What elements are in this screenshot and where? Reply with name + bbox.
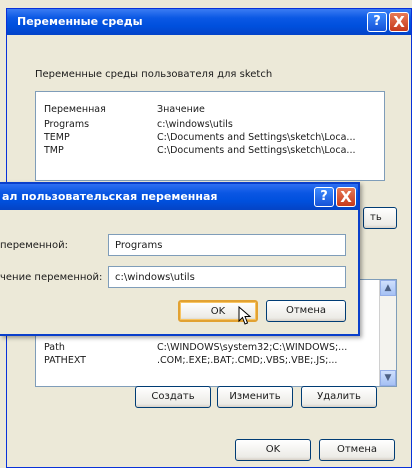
delete-button[interactable]: Удалить	[301, 386, 377, 408]
mouse-pointer-icon	[238, 306, 252, 325]
variable-name: Path	[44, 342, 65, 353]
button-label: Отмена	[336, 444, 378, 455]
close-button[interactable]: X	[389, 12, 409, 32]
button-label: Отмена	[285, 305, 327, 316]
variable-value: C:\WINDOWS\system32;C:\WINDOWS;...	[157, 342, 348, 353]
list-header: Переменная Значение	[44, 104, 205, 115]
variable-value: c:\windows\utils	[157, 119, 233, 130]
list-item[interactable]: TMP C:\Documents and Settings\sketch\Loc…	[44, 145, 355, 156]
variable-name-input[interactable]	[108, 234, 346, 256]
close-icon: X	[340, 188, 352, 206]
cancel-button[interactable]: Отмена	[319, 439, 395, 461]
close-button[interactable]: X	[336, 187, 356, 207]
button-label: Изменить	[229, 391, 281, 402]
help-icon: ?	[320, 189, 328, 204]
edit-dialog-title: ал пользовательская переменная	[2, 190, 218, 203]
variable-value-label: чение переменной:	[0, 272, 103, 283]
variable-name-label: переменной:	[0, 240, 68, 251]
scroll-down-button[interactable]: ▼	[380, 370, 396, 386]
create-button[interactable]: Создать	[135, 386, 211, 408]
button-label: ть	[370, 212, 382, 223]
variable-name: PATHEXT	[44, 355, 86, 366]
help-button[interactable]: ?	[314, 187, 334, 207]
list-item[interactable]: Programs c:\windows\utils	[44, 119, 233, 130]
list-item[interactable]: Path C:\WINDOWS\system32;C:\WINDOWS;...	[44, 342, 347, 353]
help-icon: ?	[373, 14, 381, 29]
variable-name: TMP	[44, 145, 64, 156]
edit-cancel-button[interactable]: Отмена	[266, 300, 346, 322]
close-icon: X	[393, 13, 405, 31]
variable-name: TEMP	[44, 132, 70, 143]
variable-value: C:\Documents and Settings\sketch\Loca...	[157, 132, 356, 143]
variable-value: .COM;.EXE;.BAT;.CMD;.VBS;.VBE;.JS;...	[157, 355, 338, 366]
env-dialog-titlebar: Переменные среды ? X	[7, 9, 411, 35]
edit-dialog-titlebar: ал пользовательская переменная ? X	[0, 184, 358, 210]
column-header-variable[interactable]: Переменная	[44, 104, 154, 115]
help-button[interactable]: ?	[367, 12, 387, 32]
variable-value-input[interactable]	[108, 266, 346, 288]
user-vars-section-label: Переменные среды пользователя для sketch	[35, 69, 273, 80]
list-item[interactable]: PATHEXT .COM;.EXE;.BAT;.CMD;.VBS;.VBE;.J…	[44, 355, 337, 366]
edit-button[interactable]: Изменить	[217, 386, 293, 408]
button-label: Создать	[151, 391, 195, 402]
user-delete-button-partial[interactable]: ть	[363, 207, 397, 229]
chevron-down-icon: ▼	[384, 373, 392, 383]
variable-value: C:\Documents and Settings\sketch\Loca...	[157, 145, 356, 156]
button-label: Удалить	[317, 391, 361, 402]
ok-button[interactable]: OK	[235, 439, 311, 461]
edit-user-variable-dialog: ал пользовательская переменная ? X перем…	[0, 182, 360, 336]
env-dialog-title: Переменные среды	[17, 15, 143, 28]
scroll-up-button[interactable]: ▲	[380, 280, 396, 296]
button-label: OK	[210, 306, 226, 317]
column-header-value[interactable]: Значение	[157, 104, 205, 115]
user-vars-list[interactable]: Переменная Значение Programs c:\windows\…	[35, 91, 385, 181]
chevron-up-icon: ▲	[384, 283, 392, 293]
button-label: OK	[265, 444, 281, 455]
variable-name: Programs	[44, 119, 90, 130]
list-item[interactable]: TEMP C:\Documents and Settings\sketch\Lo…	[44, 132, 355, 143]
vertical-scrollbar[interactable]: ▲ ▼	[379, 280, 396, 386]
